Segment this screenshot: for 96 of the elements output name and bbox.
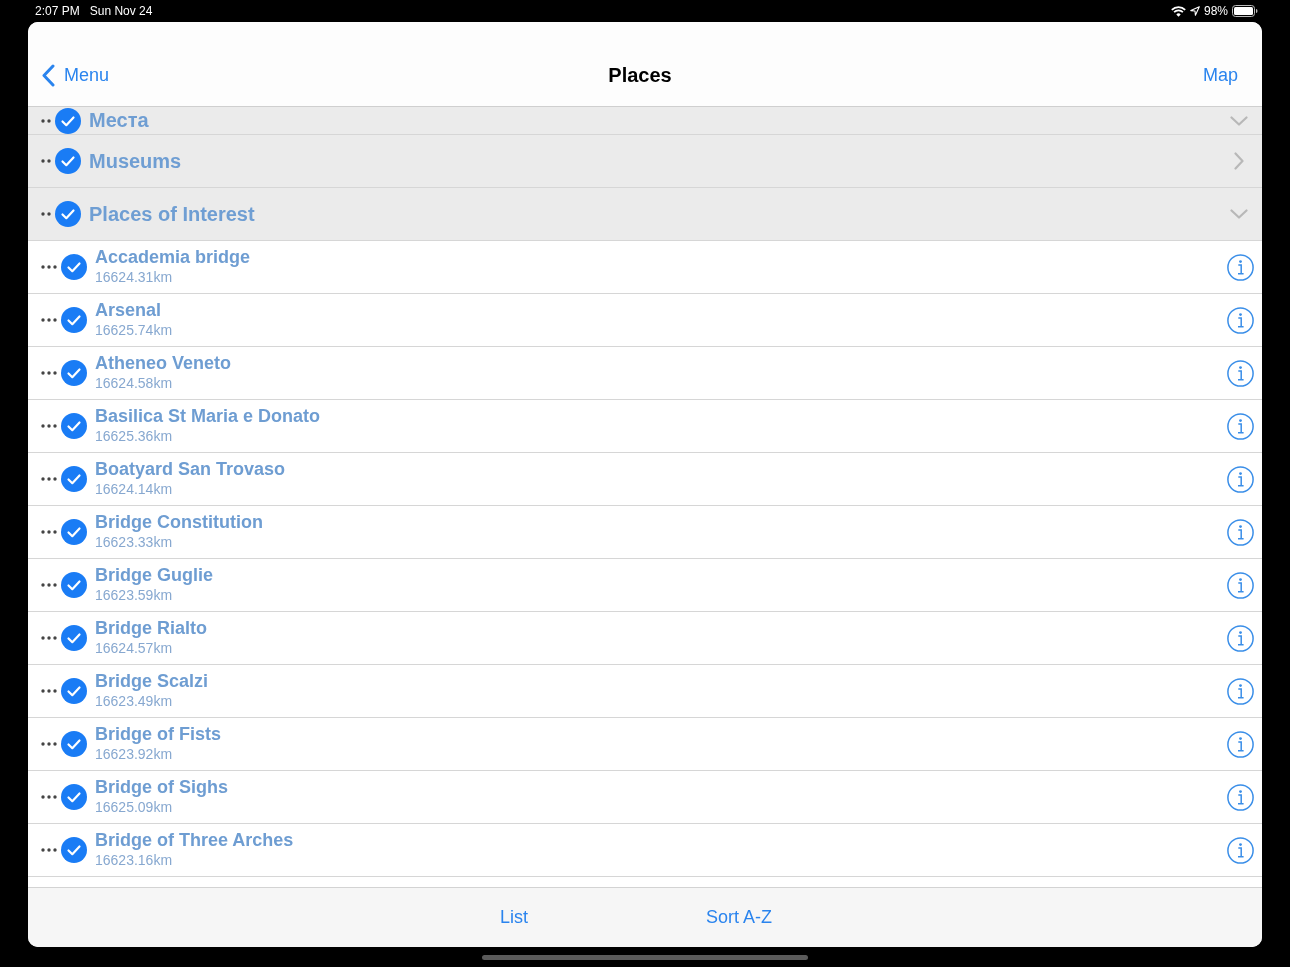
location-arrow-icon [1189, 6, 1200, 16]
status-time: 2:07 PM [35, 4, 80, 18]
ellipsis-icon [41, 371, 57, 375]
checkbox[interactable] [61, 784, 87, 810]
checkbox[interactable] [61, 625, 87, 651]
back-button[interactable]: Menu [42, 63, 110, 87]
place-name: Bridge of Three Arches [95, 829, 295, 851]
info-icon[interactable] [1227, 253, 1254, 281]
info-icon[interactable] [1227, 412, 1254, 440]
distance-text: 16625.74km [95, 321, 174, 339]
distance-text: 16624.58km [95, 374, 174, 392]
place-row[interactable]: Atheneo Veneto 16624.58km [28, 347, 1262, 400]
group-header[interactable]: Места [28, 107, 1262, 135]
checkbox[interactable] [61, 307, 87, 333]
info-icon[interactable] [1227, 571, 1254, 599]
map-button[interactable]: Map [1203, 64, 1238, 86]
info-icon[interactable] [1227, 730, 1254, 758]
checkbox[interactable] [55, 148, 81, 174]
checkbox[interactable] [61, 678, 87, 704]
distance-text: 16623.92km [95, 745, 174, 763]
distance-text: 16623.33km [95, 533, 174, 551]
ellipsis-icon [41, 265, 57, 269]
place-name: Arsenal [95, 299, 163, 321]
place-row[interactable]: Boatyard San Trovaso 16624.14km [28, 453, 1262, 506]
checkbox[interactable] [55, 107, 81, 134]
checkbox[interactable] [61, 254, 87, 280]
place-row[interactable]: Bridge Constitution 16623.33km [28, 506, 1262, 559]
ellipsis-icon [41, 742, 57, 746]
ellipsis-icon [41, 689, 57, 693]
distance-text: 16623.49km [95, 692, 174, 710]
checkbox[interactable] [61, 466, 87, 492]
checkbox[interactable] [61, 731, 87, 757]
place-row[interactable]: Accademia bridge 16624.31km [28, 241, 1262, 294]
ellipsis-icon [41, 118, 51, 123]
place-name: Atheneo Veneto [95, 352, 233, 374]
info-icon[interactable] [1227, 359, 1254, 387]
wifi-icon [1170, 5, 1186, 17]
ellipsis-icon [41, 583, 57, 587]
place-name: Boatyard San Trovaso [95, 458, 287, 480]
place-row[interactable]: Bridge of Three Arches 16623.16km [28, 824, 1262, 877]
group-header[interactable]: Places of Interest [28, 188, 1262, 241]
checkbox[interactable] [55, 201, 81, 227]
info-icon[interactable] [1227, 624, 1254, 652]
place-row[interactable]: Arsenal 16625.74km [28, 294, 1262, 347]
place-row[interactable]: Bridge Scalzi 16623.49km [28, 665, 1262, 718]
distance-text: 16623.16km [95, 851, 174, 869]
ellipsis-icon [41, 848, 57, 852]
place-name: Bridge Guglie [95, 564, 214, 586]
place-name: Bridge Constitution [95, 511, 264, 533]
info-icon[interactable] [1227, 783, 1254, 811]
ellipsis-icon [41, 159, 51, 163]
status-date: Sun Nov 24 [89, 4, 153, 18]
distance-text: 16624.31km [95, 268, 174, 286]
ellipsis-icon [41, 795, 57, 799]
ellipsis-icon [41, 424, 57, 428]
info-icon[interactable] [1227, 677, 1254, 705]
group-title: Места [89, 109, 150, 132]
ellipsis-icon [41, 636, 57, 640]
checkbox[interactable] [61, 413, 87, 439]
place-name: Bridge Rialto [95, 617, 208, 639]
place-name: Bridge Scalzi [95, 670, 210, 692]
group-title: Places of Interest [89, 202, 256, 226]
ellipsis-icon [41, 530, 57, 534]
place-row[interactable]: Bridge Guglie 16623.59km [28, 559, 1262, 612]
distance-text: 16623.59km [95, 586, 174, 604]
distance-text: 16625.36km [95, 427, 174, 445]
place-row[interactable]: Bridge of Sighs 16625.09km [28, 771, 1262, 824]
distance-text: 16624.14km [95, 480, 174, 498]
chevron-left-icon [42, 63, 55, 87]
group-header[interactable]: Museums [28, 135, 1262, 188]
place-name: Accademia bridge [95, 246, 252, 268]
place-name: Bridge of Fists [95, 723, 222, 745]
info-icon[interactable] [1227, 465, 1254, 493]
place-row[interactable]: Bridge of Fists 16623.92km [28, 718, 1262, 771]
toolbar-button[interactable]: Sort A-Z [706, 907, 772, 928]
place-name: Basilica St Maria e Donato [95, 405, 322, 427]
checkbox[interactable] [61, 519, 87, 545]
screen-title: Places [608, 63, 672, 87]
toolbar-button[interactable]: List [500, 907, 528, 928]
checkbox[interactable] [61, 837, 87, 863]
battery-icon [1232, 5, 1258, 17]
battery-percent: 98% [1203, 4, 1228, 18]
ellipsis-icon [41, 212, 51, 216]
info-icon[interactable] [1227, 518, 1254, 546]
ellipsis-icon [41, 477, 57, 481]
place-row[interactable]: Basilica St Maria e Donato 16625.36km [28, 400, 1262, 453]
place-row[interactable]: Bridge Rialto 16624.57km [28, 612, 1262, 665]
info-icon[interactable] [1227, 836, 1254, 864]
info-icon[interactable] [1227, 306, 1254, 334]
checkbox[interactable] [61, 572, 87, 598]
distance-text: 16625.09km [95, 798, 174, 816]
place-name: Bridge of Sighs [95, 776, 229, 798]
checkbox[interactable] [61, 360, 87, 386]
ellipsis-icon [41, 318, 57, 322]
group-title: Museums [89, 149, 183, 173]
distance-text: 16624.57km [95, 639, 174, 657]
